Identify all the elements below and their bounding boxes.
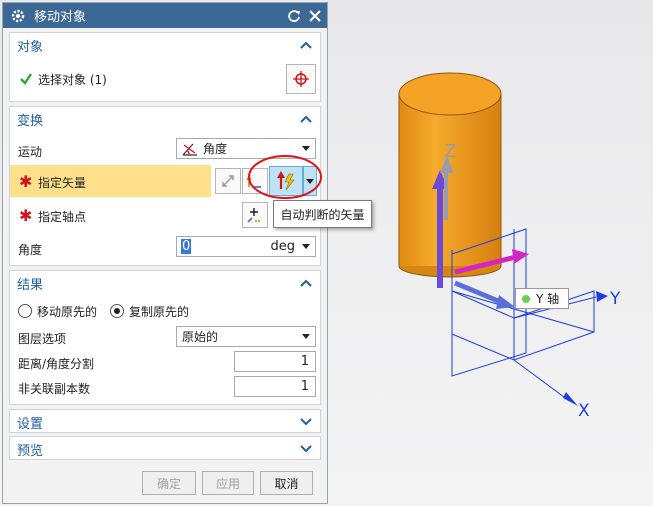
section-result-title: 结果	[17, 277, 44, 293]
green-dot-icon	[522, 294, 530, 303]
ok-button[interactable]: 确定	[142, 471, 196, 495]
chevron-down-icon	[302, 334, 310, 339]
non-associative-copies-label: 非关联副本数	[18, 382, 91, 396]
chevron-down-icon[interactable]	[300, 445, 312, 453]
non-associative-copies-input[interactable]: 1	[234, 376, 316, 397]
section-preview-title: 预览	[17, 443, 44, 459]
section-transform-title: 变换	[17, 113, 44, 129]
y-axis-tag: Y 轴	[515, 288, 569, 309]
apply-button[interactable]: 应用	[202, 471, 254, 495]
inferred-vector-button[interactable]	[269, 166, 303, 196]
motion-dropdown[interactable]: 角度	[176, 138, 316, 159]
section-preview: 预览	[9, 436, 321, 460]
cylinder-body[interactable]	[398, 72, 502, 278]
chevron-down-icon	[302, 146, 310, 151]
radio-copy-original-label[interactable]: 复制原先的	[129, 303, 189, 320]
radio-move-original[interactable]	[18, 304, 32, 318]
radio-selected-dot	[114, 308, 121, 314]
section-result: 结果 移动原先的 复制原先的 图层选项 原始的 距离/角度分割 1 非关联副本数…	[9, 270, 321, 405]
chevron-up-icon[interactable]	[300, 279, 312, 287]
inferred-vector-tooltip: 自动判断的矢量	[273, 200, 372, 228]
dialog-titlebar[interactable]: 移动对象	[3, 3, 327, 28]
section-settings-title: 设置	[17, 416, 44, 432]
section-transform-header[interactable]: 变换	[10, 107, 320, 131]
motion-value: 角度	[203, 142, 228, 156]
x-axis-label: X	[578, 401, 590, 421]
reverse-direction-button[interactable]	[215, 168, 241, 194]
dialog-title: 移动对象	[34, 10, 87, 25]
y-axis-label: Y	[609, 289, 621, 309]
select-object-label[interactable]: 选择对象 (1)	[38, 71, 107, 88]
close-icon[interactable]	[306, 7, 324, 25]
section-preview-header[interactable]: 预览	[10, 437, 320, 461]
crosshair-icon	[293, 71, 309, 87]
point-dialog-button[interactable]	[242, 202, 268, 228]
angle-value[interactable]: 0	[181, 239, 192, 254]
point-constructor-icon	[247, 208, 261, 223]
move-object-dialog: 移动对象 对象 选择对象 (1) 变换 运动 角度 ✱ 指定矢量 ✱ 指定轴点 …	[2, 2, 328, 504]
tooltip-text: 自动判断的矢量	[280, 207, 365, 222]
required-star-icon: ✱	[19, 172, 33, 191]
distance-angle-division-label: 距离/角度分割	[18, 357, 95, 371]
angle-unit: deg	[270, 239, 295, 254]
angle-input[interactable]: 0 deg	[176, 236, 316, 257]
angle-label: 角度	[18, 243, 43, 257]
checkmark-icon	[20, 73, 32, 85]
radio-move-original-label[interactable]: 移动原先的	[37, 303, 97, 320]
section-result-header[interactable]: 结果	[10, 271, 320, 295]
select-object-button[interactable]	[286, 64, 316, 94]
section-object: 对象 选择对象 (1)	[9, 32, 321, 102]
section-transform: 变换 运动 角度 ✱ 指定矢量 ✱ 指定轴点 角度 0 deg	[9, 106, 321, 266]
distance-angle-division-input[interactable]: 1	[234, 351, 316, 372]
layer-option-label: 图层选项	[18, 332, 67, 346]
inferred-vector-dropdown[interactable]	[303, 166, 317, 196]
z-axis-label: Z	[444, 141, 456, 162]
y-axis-tag-text: Y 轴	[536, 292, 560, 306]
section-object-header[interactable]: 对象	[10, 33, 320, 57]
radio-copy-original[interactable]	[110, 304, 125, 318]
required-star-icon: ✱	[19, 206, 33, 225]
specify-vector-label: 指定矢量	[38, 176, 87, 190]
chevron-up-icon[interactable]	[300, 115, 312, 123]
layer-option-value: 原始的	[182, 330, 219, 344]
angle-icon	[182, 143, 197, 156]
section-object-title: 对象	[17, 39, 44, 55]
chevron-up-icon[interactable]	[300, 41, 312, 49]
layer-option-dropdown[interactable]: 原始的	[176, 326, 316, 347]
specify-axis-point-label: 指定轴点	[38, 210, 87, 224]
cancel-button[interactable]: 取消	[260, 471, 313, 495]
chevron-down-icon[interactable]	[300, 418, 312, 426]
inferred-vector-icon	[277, 171, 295, 191]
chevron-down-icon	[306, 179, 314, 184]
vector-constructor-icon	[246, 176, 261, 188]
reverse-direction-icon	[222, 175, 234, 187]
section-settings: 设置	[9, 409, 321, 433]
motion-label: 运动	[18, 145, 43, 159]
section-settings-header[interactable]: 设置	[10, 410, 320, 434]
reset-icon[interactable]	[285, 7, 303, 25]
chevron-down-icon	[302, 244, 310, 249]
vector-dialog-button[interactable]	[242, 168, 268, 194]
gear-icon	[11, 9, 25, 22]
